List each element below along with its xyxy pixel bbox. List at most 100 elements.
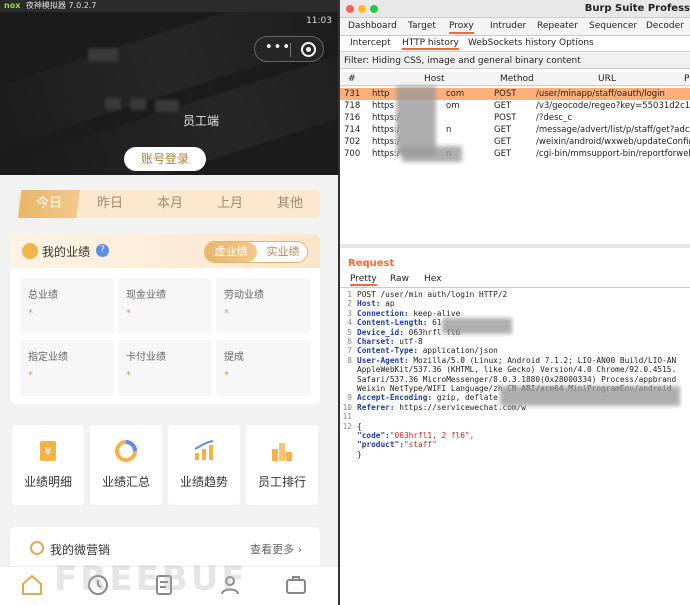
request-line: {: [357, 422, 362, 431]
header-key: Accept-Encoding:: [357, 393, 433, 403]
tab-other[interactable]: 其他: [260, 190, 320, 218]
tab-last-month[interactable]: 上月: [200, 190, 260, 218]
request-line: User-Agent: Mozilla/5.0 (Linux; Android …: [357, 356, 676, 365]
row-method: GET: [494, 149, 512, 159]
capsule-divider: [290, 43, 291, 57]
quick-link-ranking[interactable]: 员工排行: [246, 425, 318, 505]
tab-proxy[interactable]: Proxy: [449, 21, 474, 34]
stat-label: 指定业绩: [28, 352, 68, 363]
stat-cell[interactable]: 劳动业绩 *: [216, 278, 310, 334]
tab-repeater[interactable]: Repeater: [537, 21, 578, 31]
toggle-actual[interactable]: 实业绩: [257, 242, 309, 262]
header-key: Device_id:: [357, 327, 404, 337]
col-method[interactable]: Method: [500, 74, 534, 84]
request-line: Charset: utf-8: [357, 337, 423, 346]
stat-value: *: [28, 308, 33, 319]
tab-pretty[interactable]: Pretty: [350, 274, 377, 286]
tab-raw[interactable]: Raw: [390, 274, 409, 284]
tab-http-history[interactable]: HTTP history: [402, 38, 459, 50]
megaphone-icon: [30, 541, 44, 555]
line-number: 10: [342, 402, 352, 412]
table-row[interactable]: 702 https:/GET/weixin/android/wxweb/updat…: [340, 136, 690, 148]
home-icon[interactable]: [20, 573, 44, 597]
col-url[interactable]: URL: [598, 74, 616, 84]
pie-chart-icon: [115, 440, 137, 462]
quick-link-label: 业绩趋势: [179, 475, 228, 489]
redacted-request: [442, 318, 512, 334]
tab-today[interactable]: 今日: [18, 190, 80, 218]
tab-target[interactable]: Target: [408, 21, 436, 31]
briefcase-icon[interactable]: [284, 573, 308, 597]
maximize-window-button[interactable]: [370, 5, 378, 13]
pane-divider[interactable]: [340, 244, 690, 248]
stat-cell[interactable]: 现金业绩 *: [118, 278, 212, 334]
tab-websockets-history[interactable]: WebSockets history: [468, 38, 556, 48]
minimize-window-button[interactable]: [358, 5, 366, 13]
table-row[interactable]: 716 https:/POST/?desc_c: [340, 112, 690, 124]
line-number: 8: [347, 355, 352, 365]
header-value: }: [357, 449, 362, 459]
col-number[interactable]: #: [348, 74, 356, 84]
header-value: application/json: [418, 346, 498, 356]
row-url: /weixin/android/wxweb/updateConfig...: [536, 137, 690, 147]
row-url: /?desc_c: [536, 113, 573, 123]
period-tabs: 今日 昨日 本月 上月 其他: [18, 190, 320, 218]
table-row[interactable]: 718 https om GET/v3/geocode/regeo?key=55031…: [340, 100, 690, 112]
tab-intruder[interactable]: Intruder: [490, 21, 526, 31]
request-line: AppleWebKit/537.36 (KHTML, like Gecko) V…: [357, 365, 676, 374]
table-row[interactable]: 731 http com POST/user/minapp/staff/oauth/l…: [340, 88, 690, 100]
quick-link-summary[interactable]: 业绩汇总: [90, 425, 162, 505]
tab-intercept[interactable]: Intercept: [350, 38, 391, 48]
row-host: http: [372, 89, 390, 99]
header-key: User-Agent:: [357, 355, 409, 365]
quick-link-trend[interactable]: 业绩趋势: [168, 425, 240, 505]
row-number: 700: [344, 149, 361, 159]
receipt-icon: ¥: [40, 441, 56, 461]
row-url: /v3/geocode/regeo?key=55031d2c1d...: [536, 101, 690, 111]
stat-cell[interactable]: 总业绩 *: [20, 278, 114, 334]
toggle-virtual[interactable]: 虚业绩: [205, 242, 257, 262]
quick-link-detail[interactable]: ¥ 业绩明细: [12, 425, 84, 505]
filter-bar[interactable]: Filter: Hiding CSS, image and general bi…: [340, 53, 690, 69]
table-row[interactable]: 714 https:/n GET/message/advert/list/p/sta…: [340, 124, 690, 136]
tab-yesterday[interactable]: 昨日: [80, 190, 140, 218]
stat-cell[interactable]: 卡付业绩 *: [118, 340, 212, 396]
request-editor[interactable]: 1 POST /user/min auth/login HTTP/2 2 Host: …: [340, 289, 690, 605]
stat-cell[interactable]: 指定业绩 *: [20, 340, 114, 396]
stat-value: *: [224, 370, 229, 381]
col-params[interactable]: P: [684, 74, 689, 84]
header-key: Charset:: [357, 337, 395, 346]
stat-value: *: [28, 370, 33, 381]
view-more-link[interactable]: 查看更多 ›: [250, 541, 302, 557]
stat-cell[interactable]: 提成 *: [216, 340, 310, 396]
help-icon[interactable]: ?: [96, 244, 109, 257]
col-host[interactable]: Host: [424, 74, 445, 84]
row-number: 731: [344, 89, 361, 99]
request-line: "product":"staff": [357, 440, 437, 449]
stat-value: *: [126, 308, 131, 319]
redacted-text: [155, 100, 179, 112]
redacted-text: [105, 98, 121, 110]
tab-sequencer[interactable]: Sequencer: [589, 21, 637, 31]
table-row[interactable]: 700https:/nGET/cgi-bin/mmsupport-bin/rep…: [340, 148, 690, 160]
login-button[interactable]: 账号登录: [124, 147, 206, 171]
close-icon[interactable]: [301, 42, 316, 57]
burp-window: Burp Suite Profess Dashboard Target Prox…: [338, 0, 690, 605]
stat-label: 劳动业绩: [224, 290, 264, 301]
tab-decoder[interactable]: Decoder: [646, 21, 684, 31]
tab-hex[interactable]: Hex: [424, 274, 441, 284]
row-host-tail: om: [446, 101, 460, 111]
tab-dashboard[interactable]: Dashboard: [348, 21, 397, 31]
row-number: 718: [344, 101, 361, 111]
more-icon[interactable]: •••: [265, 40, 291, 55]
status-time: 11:03: [306, 16, 332, 26]
request-view-tabs: Pretty Raw Hex: [340, 272, 690, 288]
header-value: utf-8: [394, 337, 423, 346]
close-window-button[interactable]: [346, 5, 354, 13]
performance-toggle: 虚业绩 实业绩: [204, 241, 308, 263]
header-value: Safari/537.36 MicroMessenger/8.0.3.1880(…: [357, 374, 677, 384]
tab-options[interactable]: Options: [559, 38, 594, 48]
tab-this-month[interactable]: 本月: [140, 190, 200, 218]
line-number: 5: [347, 327, 352, 337]
miniprogram-capsule[interactable]: •••: [254, 36, 324, 62]
